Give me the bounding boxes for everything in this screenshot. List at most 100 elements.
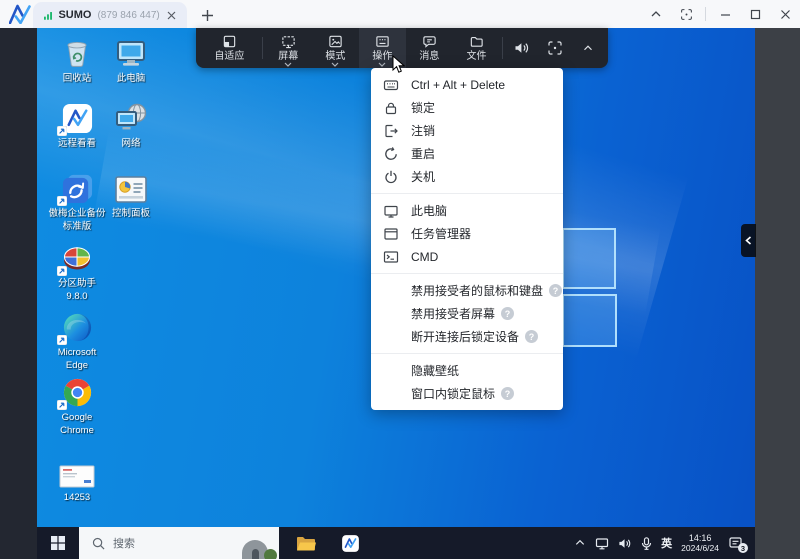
notification-badge: 3 <box>738 543 748 553</box>
start-button[interactable] <box>37 527 79 559</box>
edge-icon <box>57 310 95 345</box>
desktop-icon-google-chrome[interactable]: Google Chrome <box>44 375 110 436</box>
tray-expand-chevron[interactable] <box>574 537 586 549</box>
menu-item-disable-recipient-screen[interactable]: 禁用接受者屏幕 ? <box>371 302 563 325</box>
desktop-icon-network[interactable]: 网络 <box>98 101 164 150</box>
toolbar-file-button[interactable]: 文件 <box>453 28 500 68</box>
desktop-icon-label: Google <box>61 412 93 423</box>
restart-icon <box>385 146 397 160</box>
menu-item-label: 任务管理器 <box>411 227 472 241</box>
lock-icon <box>385 102 397 114</box>
toolbar-collapse-button[interactable] <box>572 28 605 68</box>
toolbar-fullscreen-button[interactable] <box>538 28 571 68</box>
caret-down-icon <box>284 62 292 67</box>
chevron-up-icon <box>651 11 661 17</box>
toolbar-fit-screen-button[interactable]: 自适应 <box>199 28 260 68</box>
menu-item-logout[interactable]: 注销 <box>371 119 563 142</box>
toolbar-screen-button[interactable]: 屏幕 <box>265 28 312 68</box>
desktop-icon-microsoft-edge[interactable]: Microsoft Edge <box>44 310 110 371</box>
menu-item-lock[interactable]: 锁定 <box>371 96 563 119</box>
desktop-icon-partition-assistant[interactable]: 分区助手 9.8.0 <box>44 241 110 302</box>
menu-item-disable-recipient-mouse-keyboard[interactable]: 禁用接受者的鼠标和键盘 ? <box>371 279 563 302</box>
tray-date: 2024/6/24 <box>681 543 719 553</box>
menu-item-lock-mouse-in-window[interactable]: 窗口内锁定鼠标 ? <box>371 382 563 405</box>
menu-item-label: Ctrl + Alt + Delete <box>411 77 506 92</box>
toolbar-message-button[interactable]: 消息 <box>406 28 453 68</box>
tray-microphone-icon[interactable] <box>641 536 652 550</box>
menu-item-lock-device-after-disconnect[interactable]: 断开连接后锁定设备 ? <box>371 325 563 348</box>
desktop-icon-label: Microsoft <box>57 347 97 358</box>
help-icon[interactable]: ? <box>525 330 539 343</box>
file-explorer-icon <box>297 536 316 550</box>
maximize-button[interactable] <box>740 0 770 28</box>
toolbar-button-label: 操作 <box>372 51 393 62</box>
window-close-button[interactable] <box>770 0 800 28</box>
help-icon[interactable]: ? <box>501 307 515 320</box>
network-icon <box>113 101 149 135</box>
desktop-icon-label-line2: Edge <box>65 359 89 371</box>
tray-input-language[interactable]: 英 <box>661 535 672 551</box>
shortcut-arrow-icon <box>57 196 67 206</box>
new-tab-button[interactable] <box>199 7 215 23</box>
menu-item-task-manager[interactable]: 任务管理器 <box>371 222 563 245</box>
desktop-icon-label: 回收站 <box>62 73 92 84</box>
minimize-button[interactable] <box>710 0 740 28</box>
menu-item-label: 注销 <box>411 124 436 138</box>
desktop-icon-this-pc[interactable]: 此电脑 <box>98 36 164 85</box>
taskbar-anyviewer-button[interactable] <box>335 527 365 559</box>
tray-clock[interactable]: 14:16 2024/6/24 <box>681 533 719 553</box>
shortcut-arrow-icon <box>57 126 67 136</box>
menu-item-hide-wallpaper[interactable]: 隐藏壁纸 <box>371 359 563 382</box>
titlebar-collapse-button[interactable] <box>641 0 671 28</box>
toolbar-button-label: 文件 <box>466 51 487 62</box>
toolbar-divider <box>261 37 263 59</box>
titlebar-fullscreen-button[interactable] <box>671 0 701 28</box>
taskbar-file-explorer-button[interactable] <box>291 527 321 559</box>
menu-divider <box>371 353 563 354</box>
desktop-icon-label-line2: Chrome <box>60 424 94 436</box>
message-icon <box>423 36 436 48</box>
menu-item-cmd[interactable]: CMD <box>371 245 563 268</box>
control-panel-icon <box>113 171 149 205</box>
tray-notification-button[interactable]: 3 <box>728 536 748 553</box>
tray-volume-icon[interactable] <box>618 537 632 550</box>
menu-item-label: CMD <box>411 249 439 264</box>
help-icon[interactable]: ? <box>549 284 563 297</box>
session-tab[interactable]: SUMO (879 846 447) <box>33 2 187 28</box>
search-highlight-image[interactable] <box>235 527 279 559</box>
caret-down-icon <box>331 62 339 67</box>
toolbar-mode-button[interactable]: 模式 <box>312 28 359 68</box>
tray-network-icon[interactable] <box>595 537 609 550</box>
menu-item-label: 关机 <box>411 170 436 184</box>
partition-assistant-icon <box>57 241 95 276</box>
menu-item-label: 窗口内锁定鼠标 <box>411 387 496 401</box>
menu-item-restart[interactable]: 重启 <box>371 142 563 165</box>
toolbar-button-label: 屏幕 <box>278 51 299 62</box>
desktop-icon-label: 控制面板 <box>111 208 150 219</box>
menu-divider <box>371 193 563 194</box>
menu-item-this-pc[interactable]: 此电脑 <box>371 199 563 222</box>
menu-item-label: 禁用接受者的鼠标和键盘 <box>411 284 544 298</box>
menu-item-shutdown[interactable]: 关机 <box>371 165 563 188</box>
side-panel-collapse-tab[interactable] <box>741 224 756 257</box>
menu-item-label: 此电脑 <box>411 204 448 218</box>
toolbar-volume-button[interactable] <box>505 28 538 68</box>
toolbar-button-label: 自适应 <box>214 51 245 62</box>
taskbar-search-input[interactable]: 搜索 <box>79 527 279 559</box>
this-pc-icon <box>113 36 149 70</box>
menu-item-ctrl-alt-delete[interactable]: Ctrl + Alt + Delete <box>371 73 563 96</box>
tab-close-button[interactable] <box>166 7 178 23</box>
desktop-icon-file-14253[interactable]: 14253 <box>44 455 110 504</box>
desktop-icon-label: 14253 <box>63 492 91 503</box>
windows-logo-icon <box>51 536 65 550</box>
viewer-right-band <box>755 28 800 559</box>
menu-item-label: 禁用接受者屏幕 <box>411 307 496 321</box>
window-icon <box>384 227 398 240</box>
help-icon[interactable]: ? <box>501 387 515 400</box>
desktop-icon-control-panel[interactable]: 控制面板 <box>98 171 164 220</box>
menu-item-label: 锁定 <box>411 101 436 115</box>
caret-down-icon <box>378 62 386 67</box>
close-icon <box>167 11 176 19</box>
desktop-icon-label-line2: 9.8.0 <box>66 290 88 302</box>
fullscreen-icon <box>680 8 692 20</box>
